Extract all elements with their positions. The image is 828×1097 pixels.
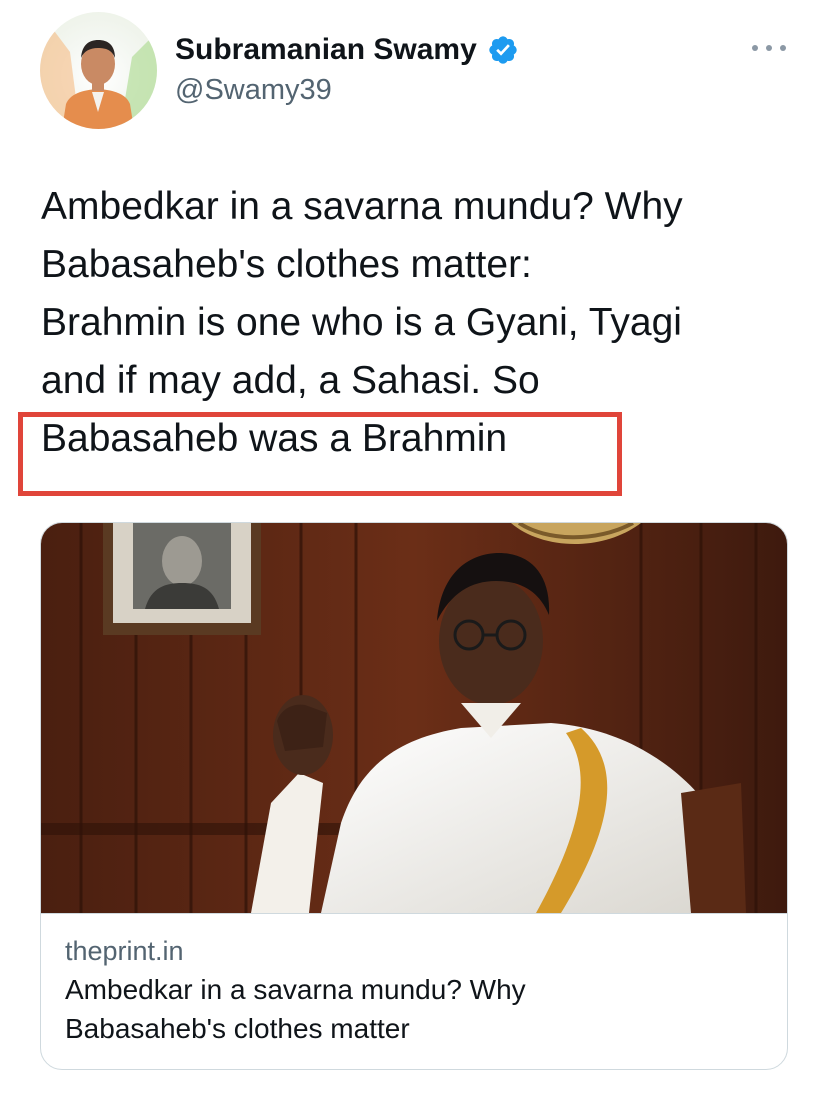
card-title-line: Ambedkar in a savarna mundu? Why: [65, 974, 526, 1005]
author-display-name[interactable]: Subramanian Swamy: [175, 33, 477, 67]
tweet-text-line: and if may add, a Sahasi. So: [41, 359, 540, 402]
author-avatar[interactable]: [40, 12, 157, 129]
more-options-icon[interactable]: [752, 36, 786, 60]
card-title-line: Babasaheb's clothes matter: [65, 1013, 410, 1044]
tweet: Subramanian Swamy @Swamy39 Ambedkar in a…: [0, 0, 828, 1097]
card-domain: theprint.in: [65, 936, 184, 966]
tweet-text-line-highlighted: Babasaheb was a Brahmin: [41, 417, 508, 460]
card-title: Ambedkar in a savarna mundu? Why Babasah…: [65, 970, 763, 1048]
card-photo: [41, 523, 787, 913]
tweet-text-line: Brahmin is one who is a Gyani, Tyagi: [41, 301, 682, 344]
more-dot: [752, 45, 758, 51]
more-dot: [780, 45, 786, 51]
card-meta: theprint.in Ambedkar in a savarna mundu?…: [41, 914, 787, 1048]
tweet-text-line: Ambedkar in a savarna mundu? Why: [41, 185, 683, 228]
more-dot: [766, 45, 772, 51]
author-name-row: Subramanian Swamy: [175, 28, 519, 72]
verified-badge-icon: [489, 36, 517, 64]
tweet-text-line: Babasaheb's clothes matter:: [41, 243, 532, 286]
tweet-text: Ambedkar in a savarna mundu? Why Babasah…: [41, 178, 801, 468]
link-preview-card[interactable]: theprint.in Ambedkar in a savarna mundu?…: [40, 522, 788, 1070]
author-handle[interactable]: @Swamy39: [175, 74, 332, 107]
avatar-portrait: [40, 12, 157, 129]
card-image: [41, 523, 787, 914]
